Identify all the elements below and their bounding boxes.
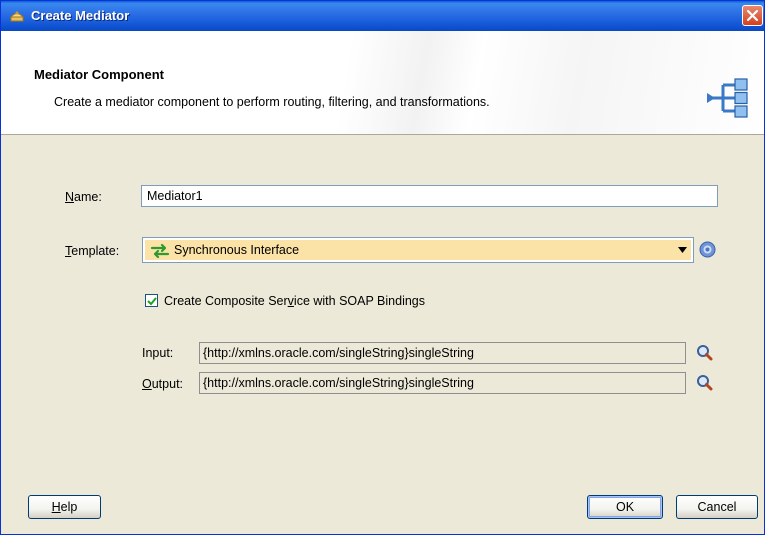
search-icon[interactable] <box>695 373 715 393</box>
search-icon[interactable] <box>695 343 715 363</box>
close-button[interactable] <box>742 5 763 26</box>
cancel-button[interactable]: Cancel <box>676 495 758 519</box>
mediator-icon <box>9 11 25 22</box>
name-field[interactable]: Mediator1 <box>141 185 718 207</box>
header-title: Mediator Component <box>34 67 164 82</box>
input-field: {http://xmlns.oracle.com/singleString}si… <box>199 342 686 364</box>
dialog-header: Mediator Component Create a mediator com… <box>1 31 764 135</box>
create-mediator-dialog: Create Mediator Mediator Component Creat… <box>0 0 765 535</box>
window-title: Create Mediator <box>31 8 130 23</box>
mediator-component-icon <box>707 78 748 118</box>
help-icon[interactable] <box>699 241 716 258</box>
template-select[interactable]: Synchronous Interface <box>142 237 694 263</box>
create-composite-service-checkbox[interactable] <box>145 294 158 307</box>
sync-arrows-icon <box>150 243 170 259</box>
output-field: {http://xmlns.oracle.com/singleString}si… <box>199 372 686 394</box>
header-description: Create a mediator component to perform r… <box>54 95 490 109</box>
ok-button[interactable]: OK <box>587 495 663 519</box>
close-icon <box>746 9 759 22</box>
create-composite-service-label: Create Composite Service with SOAP Bindi… <box>164 294 426 308</box>
chevron-down-icon[interactable] <box>678 247 687 253</box>
title-bar: Create Mediator <box>1 1 764 31</box>
name-label: Name: <box>65 190 102 204</box>
template-value: Synchronous Interface <box>174 243 300 257</box>
help-button[interactable]: Help <box>28 495 101 519</box>
input-label: Input: <box>142 346 174 360</box>
template-select-highlight: Synchronous Interface <box>145 240 691 260</box>
checkmark-icon <box>147 297 157 306</box>
output-label: Output: <box>142 377 184 391</box>
template-label: Template: <box>65 244 120 258</box>
